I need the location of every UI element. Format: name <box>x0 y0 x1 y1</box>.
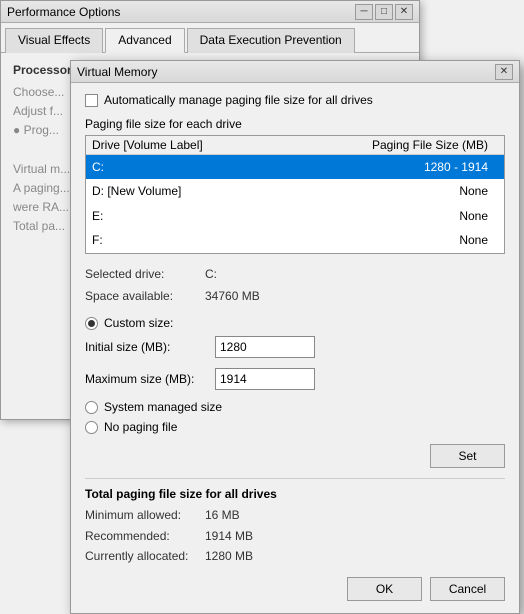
maximum-size-row: Maximum size (MB): <box>85 368 505 390</box>
drive-table-header: Drive [Volume Label] Paging File Size (M… <box>86 136 504 155</box>
selected-drive-label: Selected drive: <box>85 264 205 284</box>
custom-size-radio-row[interactable]: Custom size: <box>85 316 505 330</box>
col-size-header: Paging File Size (MB) <box>290 138 498 152</box>
vm-close-btn[interactable]: ✕ <box>495 64 513 80</box>
col-drive-header: Drive [Volume Label] <box>92 138 290 152</box>
perf-titlebar-controls: ─ □ ✕ <box>355 4 413 20</box>
recommended-value: 1914 MB <box>205 526 253 546</box>
ok-button[interactable]: OK <box>347 577 422 601</box>
auto-manage-checkbox-row[interactable]: Automatically manage paging file size fo… <box>85 93 505 107</box>
drive-row-c[interactable]: C: 1280 - 1914 <box>86 155 504 179</box>
maximum-size-input[interactable] <box>215 368 315 390</box>
set-button[interactable]: Set <box>430 444 505 468</box>
no-paging-radio-row[interactable]: No paging file <box>85 420 505 434</box>
custom-size-radio[interactable] <box>85 317 98 330</box>
initial-size-input[interactable] <box>215 336 315 358</box>
initial-size-label: Initial size (MB): <box>85 340 215 354</box>
no-paging-radio[interactable] <box>85 421 98 434</box>
perf-close-btn[interactable]: ✕ <box>395 4 413 20</box>
system-managed-label: System managed size <box>104 400 222 414</box>
total-title: Total paging file size for all drives <box>85 487 505 501</box>
dialog-buttons: OK Cancel <box>85 577 505 601</box>
tab-advanced[interactable]: Advanced <box>105 28 184 53</box>
vm-titlebar: Virtual Memory ✕ <box>71 61 519 83</box>
drive-table-label: Paging file size for each drive <box>85 117 505 131</box>
perf-minimize-btn[interactable]: ─ <box>355 4 373 20</box>
selected-drive-row: Selected drive: C: <box>85 264 505 284</box>
virtual-memory-dialog: Virtual Memory ✕ Automatically manage pa… <box>70 60 520 614</box>
vm-body: Automatically manage paging file size fo… <box>71 83 519 613</box>
minimum-value: 16 MB <box>205 505 240 525</box>
drive-c-label: C: <box>92 157 290 177</box>
system-managed-radio-row[interactable]: System managed size <box>85 400 505 414</box>
drive-f-label: F: <box>92 230 290 250</box>
drive-d-label: D: [New Volume] <box>92 181 290 201</box>
custom-size-label: Custom size: <box>104 316 173 330</box>
space-available-label: Space available: <box>85 286 205 306</box>
space-available-row: Space available: 34760 MB <box>85 286 505 306</box>
set-btn-area: Set <box>85 444 505 468</box>
selected-drive-value: C: <box>205 264 217 284</box>
allocated-row: Currently allocated: 1280 MB <box>85 546 505 566</box>
tab-visual-effects[interactable]: Visual Effects <box>5 28 103 53</box>
tab-data-execution[interactable]: Data Execution Prevention <box>187 28 355 53</box>
allocated-label: Currently allocated: <box>85 546 205 566</box>
radio-section: Custom size: Initial size (MB): Maximum … <box>85 316 505 434</box>
perf-maximize-btn[interactable]: □ <box>375 4 393 20</box>
drive-row-d[interactable]: D: [New Volume] None <box>86 179 504 203</box>
drive-row-e[interactable]: E: None <box>86 204 504 228</box>
perf-window-title: Performance Options <box>7 5 120 19</box>
recommended-row: Recommended: 1914 MB <box>85 526 505 546</box>
drive-d-size: None <box>290 181 498 201</box>
auto-manage-label: Automatically manage paging file size fo… <box>104 93 373 107</box>
auto-manage-checkbox[interactable] <box>85 94 98 107</box>
drive-f-size: None <box>290 230 498 250</box>
space-available-value: 34760 MB <box>205 286 260 306</box>
minimum-label: Minimum allowed: <box>85 505 205 525</box>
no-paging-label: No paging file <box>104 420 177 434</box>
perf-titlebar: Performance Options ─ □ ✕ <box>1 1 419 23</box>
drive-e-size: None <box>290 206 498 226</box>
vm-dialog-title: Virtual Memory <box>77 65 157 79</box>
maximum-size-label: Maximum size (MB): <box>85 372 215 386</box>
cancel-button[interactable]: Cancel <box>430 577 505 601</box>
drive-c-size: 1280 - 1914 <box>290 157 498 177</box>
perf-tabs: Visual Effects Advanced Data Execution P… <box>1 23 419 53</box>
minimum-row: Minimum allowed: 16 MB <box>85 505 505 525</box>
drive-info-section: Selected drive: C: Space available: 3476… <box>85 264 505 307</box>
drive-table: Drive [Volume Label] Paging File Size (M… <box>85 135 505 254</box>
total-section: Total paging file size for all drives Mi… <box>85 478 505 566</box>
initial-size-row: Initial size (MB): <box>85 336 505 358</box>
recommended-label: Recommended: <box>85 526 205 546</box>
drive-row-f[interactable]: F: None <box>86 228 504 252</box>
drive-e-label: E: <box>92 206 290 226</box>
allocated-value: 1280 MB <box>205 546 253 566</box>
system-managed-radio[interactable] <box>85 401 98 414</box>
